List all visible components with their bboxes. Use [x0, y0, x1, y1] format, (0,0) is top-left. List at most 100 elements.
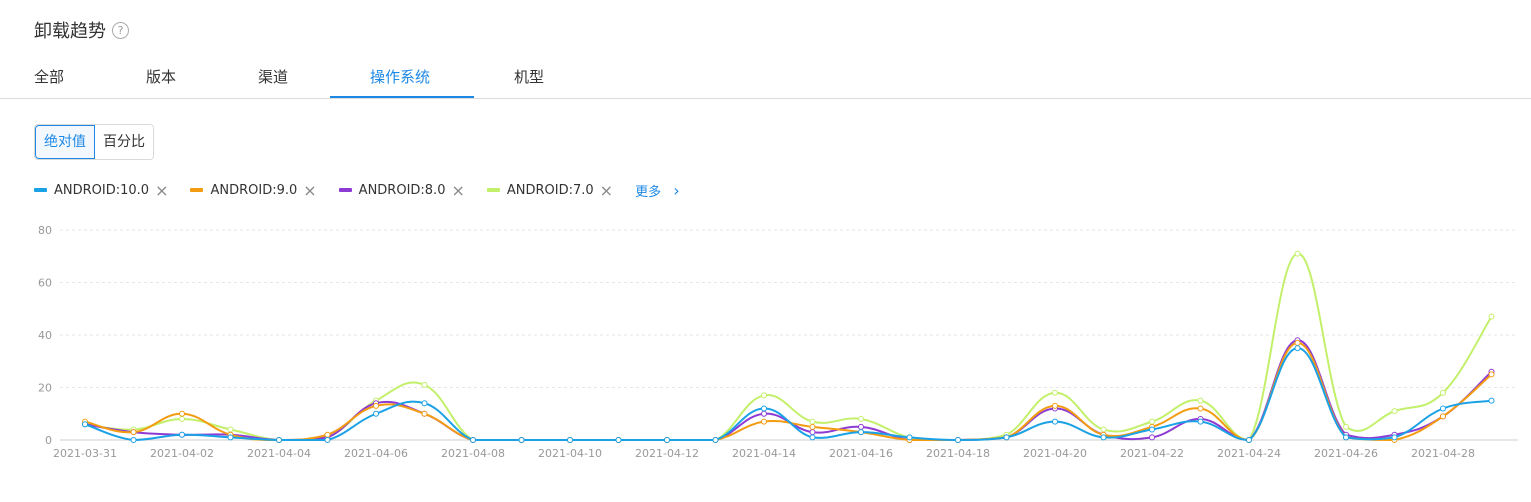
tab-os[interactable]: 操作系统: [370, 66, 430, 87]
legend-item-android-10[interactable]: ANDROID:10.0 ×: [34, 181, 190, 200]
data-point: [761, 410, 767, 417]
legend-item-android-9[interactable]: ANDROID:9.0 ×: [190, 181, 338, 200]
data-point: [906, 434, 913, 441]
legend-swatch: [486, 188, 500, 192]
data-point: [1100, 434, 1107, 441]
data-point: [1149, 426, 1155, 433]
data-point: [1197, 405, 1204, 412]
data-point: [179, 416, 185, 422]
series-line: [84, 339, 1493, 442]
tab-version[interactable]: 版本: [146, 66, 176, 87]
tab-device-model[interactable]: 机型: [514, 66, 544, 87]
x-tick-label: 2021-04-26: [1314, 447, 1378, 460]
data-point: [809, 418, 816, 425]
x-tick-label: 2021-04-08: [441, 447, 505, 460]
tab-channel[interactable]: 渠道: [258, 66, 288, 87]
data-point: [809, 429, 816, 436]
data-point: [1488, 371, 1495, 378]
data-point: [470, 437, 476, 443]
x-tick-label: 2021-04-02: [150, 447, 214, 460]
data-point: [1391, 408, 1398, 415]
data-point: [712, 437, 719, 443]
data-point: [227, 434, 234, 441]
tab-bar: 全部 版本 渠道 操作系统 机型: [0, 56, 1531, 99]
section-title-text: 卸载趋势: [34, 21, 106, 42]
data-point: [858, 423, 864, 430]
data-point: [1294, 339, 1301, 346]
data-point: [858, 416, 864, 422]
section-title: 卸载趋势 ?: [34, 17, 129, 43]
legend-swatch: [338, 188, 352, 192]
legend-label: ANDROID:8.0: [358, 182, 446, 198]
data-point: [1052, 418, 1058, 425]
close-icon[interactable]: ×: [155, 181, 168, 200]
series-line: [84, 252, 1493, 442]
data-point: [1149, 434, 1155, 441]
x-tick-label: 2021-04-14: [732, 447, 796, 460]
y-tick-label: 60: [38, 277, 52, 290]
absolute-value-button[interactable]: 绝对值: [35, 125, 95, 159]
data-point: [179, 431, 185, 438]
data-point: [761, 392, 767, 399]
value-mode-toggle: 绝对值 百分比: [34, 124, 154, 160]
legend-item-android-7[interactable]: ANDROID:7.0 ×: [486, 181, 635, 200]
y-tick-label: 40: [38, 329, 52, 342]
more-label: 更多: [635, 184, 662, 200]
data-point: [1052, 389, 1058, 396]
data-point: [130, 429, 137, 436]
close-icon[interactable]: ×: [303, 181, 316, 200]
data-point: [179, 410, 185, 417]
data-point: [373, 410, 379, 417]
close-icon[interactable]: ×: [600, 181, 613, 200]
close-icon[interactable]: ×: [451, 181, 464, 200]
data-point: [955, 437, 961, 443]
data-point: [1294, 250, 1301, 257]
x-tick-label: 2021-04-06: [344, 447, 408, 460]
help-icon[interactable]: ?: [112, 21, 129, 39]
x-tick-label: 2021-03-31: [53, 447, 117, 460]
data-point: [1440, 413, 1446, 420]
legend-label: ANDROID:10.0: [54, 182, 150, 198]
legend-item-android-8[interactable]: ANDROID:8.0 ×: [338, 181, 487, 200]
x-tick-label: 2021-04-28: [1411, 447, 1475, 460]
data-point: [227, 426, 234, 433]
data-point: [421, 400, 428, 407]
data-point: [809, 434, 816, 441]
data-point: [518, 437, 525, 443]
data-point: [324, 437, 331, 443]
data-point: [421, 381, 428, 388]
data-point: [1003, 434, 1010, 441]
legend-swatch: [190, 188, 204, 192]
data-point: [809, 423, 816, 430]
uninstall-trend-chart: 0 20 40 60 80 2021-03-31 2021-04-02 2021-04-04 2…: [38, 224, 1518, 460]
x-tick-label: 2021-04-24: [1217, 447, 1281, 460]
more-link[interactable]: 更多 ›: [635, 181, 680, 200]
data-point: [761, 405, 767, 412]
data-point: [1391, 434, 1398, 441]
data-point: [858, 429, 864, 436]
data-point: [1197, 397, 1204, 404]
y-tick-label: 0: [45, 434, 52, 447]
data-point: [1343, 434, 1349, 441]
data-point: [615, 437, 622, 443]
chevron-right-icon: ›: [673, 180, 680, 200]
chart-legend: ANDROID:10.0 × ANDROID:9.0 × ANDROID:8.0…: [34, 179, 680, 201]
data-point: [1197, 418, 1204, 425]
x-tick-label: 2021-04-16: [829, 447, 893, 460]
y-tick-label: 20: [38, 382, 52, 395]
x-tick-label: 2021-04-12: [635, 447, 699, 460]
data-point: [276, 437, 282, 443]
data-point: [1488, 397, 1495, 404]
tab-all[interactable]: 全部: [34, 66, 64, 87]
x-tick-label: 2021-04-22: [1120, 447, 1184, 460]
data-point: [761, 418, 767, 425]
data-point: [664, 437, 670, 443]
legend-swatch: [34, 188, 47, 192]
data-point: [1294, 345, 1301, 352]
data-point: [1440, 405, 1446, 412]
legend-label: ANDROID:7.0: [506, 182, 594, 198]
x-tick-label: 2021-04-04: [247, 447, 311, 460]
x-tick-label: 2021-04-10: [538, 447, 602, 460]
data-point: [324, 431, 331, 438]
percentage-button[interactable]: 百分比: [95, 125, 153, 159]
